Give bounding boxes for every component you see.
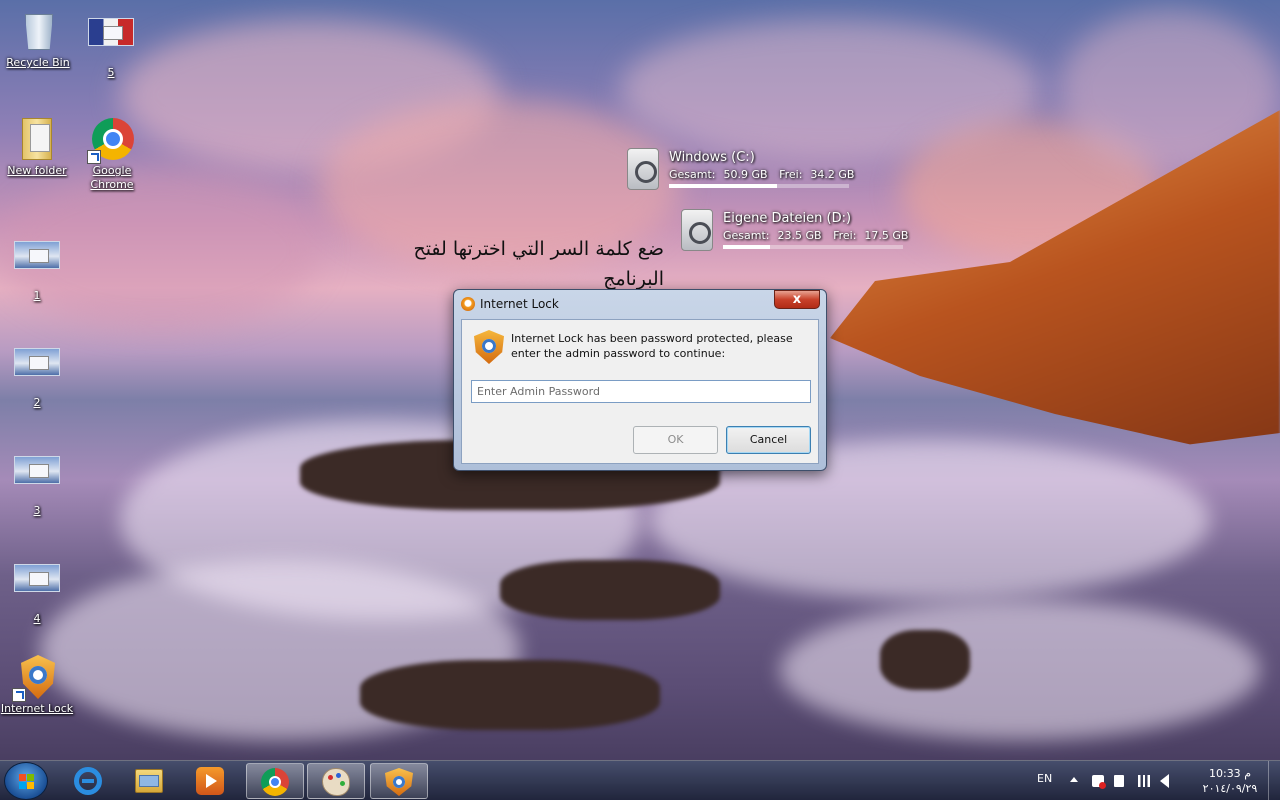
internet-lock-dialog: Internet Lock x Internet Lock has been p… (453, 289, 827, 471)
recycle-bin-icon (15, 8, 61, 54)
show-desktop-button[interactable] (1268, 761, 1280, 800)
dialog-body: Internet Lock has been password protecte… (461, 319, 819, 464)
shortcut-arrow-icon (87, 150, 101, 164)
language-indicator[interactable]: EN (1037, 772, 1052, 785)
internet-lock-icon (385, 768, 413, 796)
admin-password-input[interactable] (471, 380, 811, 403)
desktop-icon-3[interactable]: 3 (0, 447, 74, 518)
show-hidden-icons-icon[interactable] (1070, 777, 1078, 782)
screenshot-thumbnail-icon (14, 456, 60, 502)
desktop-icon-label: 1 (33, 289, 41, 302)
dialog-message: Internet Lock has been password protecte… (511, 332, 793, 360)
shortcut-arrow-icon (12, 688, 26, 702)
screenshot-thumbnail-icon (88, 18, 134, 64)
desktop-icon-label: 3 (33, 504, 41, 517)
desktop-icon-label: New folder (7, 164, 67, 177)
paint-icon (322, 768, 350, 796)
desktop-icon-new-folder[interactable]: New folder (0, 116, 74, 178)
taskbar-file-explorer[interactable] (121, 763, 179, 799)
clock-time: 10:33 م (1208, 767, 1251, 780)
desktop-icon-google-chrome[interactable]: Google Chrome (75, 116, 149, 192)
desktop-icon-4[interactable]: 4 (0, 555, 74, 626)
folder-icon (14, 116, 60, 162)
network-signal-icon[interactable] (1138, 775, 1150, 787)
taskbar-media-player[interactable] (182, 763, 240, 799)
start-button[interactable] (4, 762, 48, 800)
taskbar: EN 10:33 م ٢٠١٤/٠٩/٢٩ (0, 760, 1280, 800)
drive-stats: Gesamt: 50.9 GB Frei: 34.2 GB (669, 168, 855, 181)
desktop-icon-2[interactable]: 2 (0, 339, 74, 410)
desktop-icon-label: Internet Lock (0, 702, 74, 715)
power-icon[interactable] (1114, 775, 1124, 787)
screenshot-thumbnail-icon (14, 348, 60, 394)
ok-button[interactable]: OK (633, 426, 718, 454)
volume-icon[interactable] (1160, 774, 1169, 788)
screenshot-thumbnail-icon (14, 564, 60, 610)
close-button[interactable]: x (774, 290, 820, 309)
shield-icon (474, 330, 504, 364)
internet-lock-icon (12, 654, 60, 702)
drive-usage-bar (669, 184, 849, 188)
taskbar-chrome[interactable] (246, 763, 304, 799)
desktop-icon-label: 5 (107, 66, 115, 79)
taskbar-internet-lock[interactable] (370, 763, 428, 799)
desktop-icon-1[interactable]: 1 (0, 232, 74, 303)
hard-drive-icon (681, 209, 713, 251)
internet-explorer-icon (74, 767, 102, 795)
desktop-icon-5[interactable]: 5 (74, 14, 148, 80)
instruction-annotation: ضع كلمة السر التي اخترتها لفتح البرنامج (413, 238, 664, 290)
media-player-icon (196, 767, 224, 795)
hard-drive-icon (627, 148, 659, 190)
clock[interactable]: 10:33 م ٢٠١٤/٠٩/٢٩ (1192, 766, 1268, 796)
desktop-icon-internet-lock[interactable]: Internet Lock (0, 654, 74, 716)
chrome-icon (261, 768, 289, 796)
screenshot-thumbnail-icon (14, 241, 60, 287)
drive-usage-bar (723, 245, 903, 249)
action-center-flag-icon[interactable] (1092, 775, 1106, 789)
clock-date: ٢٠١٤/٠٩/٢٩ (1202, 782, 1258, 795)
drive-name: Windows (C:) (669, 150, 755, 165)
taskbar-paint[interactable] (307, 763, 365, 799)
desktop-icon-recycle-bin[interactable]: Recycle Bin (1, 8, 75, 70)
chrome-icon (87, 116, 135, 164)
desktop-icon-label: 4 (33, 612, 41, 625)
desktop-icon-label: 2 (33, 396, 41, 409)
internet-lock-app-icon (461, 297, 475, 311)
dialog-title: Internet Lock (480, 297, 559, 311)
cancel-button[interactable]: Cancel (726, 426, 811, 454)
taskbar-internet-explorer[interactable] (60, 763, 118, 799)
drive-name: Eigene Dateien (D:) (723, 211, 852, 226)
file-explorer-icon (135, 769, 163, 793)
desktop-icon-label: Google Chrome (90, 164, 134, 191)
drive-stats: Gesamt: 23.5 GB Frei: 17.5 GB (723, 229, 909, 242)
desktop-icon-label: Recycle Bin (6, 56, 70, 69)
windows-logo-icon (19, 774, 35, 790)
